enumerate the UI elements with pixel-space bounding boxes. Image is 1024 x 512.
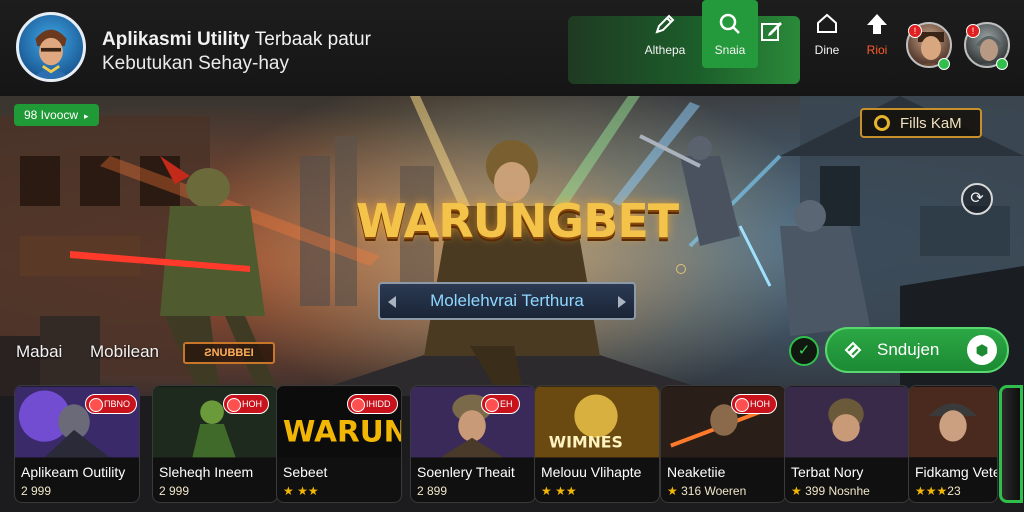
game-card-title: Melouu Vlihapte — [541, 464, 642, 480]
game-card-meta-value: 399 Nosnhe — [805, 484, 870, 498]
game-card-row: ΠBNO Aplikeam Outility 2 999 HOH Sleheqh… — [14, 385, 1024, 505]
hero-pill-label: Fills KaM — [900, 114, 962, 132]
shield-icon: ⬢ — [967, 335, 997, 365]
game-card-title: Fidkamg Vete — [915, 464, 998, 480]
app-window: Aplikasmi Utility Terbaak patur Kebutuka… — [0, 0, 1024, 512]
game-card-art — [785, 386, 909, 458]
hero-pill-button[interactable]: Fills KaM — [860, 108, 982, 138]
game-card-art — [909, 386, 997, 458]
search-icon — [719, 13, 740, 34]
arrow-up-icon — [867, 14, 887, 34]
rating-stars: ★ — [791, 484, 802, 498]
cta-download-button[interactable]: Sndujen ⬢ — [825, 327, 1009, 373]
game-card-meta-value: 23 — [947, 484, 961, 498]
toolbar-upload-button[interactable]: Rioi — [856, 0, 898, 68]
game-card-art: WIMNES — [535, 386, 659, 458]
toolbar-search-label: Snaia — [714, 43, 746, 57]
avatar-2-status-dot — [996, 58, 1008, 70]
game-card-title: Terbat Nory — [791, 464, 864, 480]
rating-stars: ★ ★★ — [283, 484, 319, 498]
avatar-1-status-dot — [938, 58, 950, 70]
game-card-meta: ★ 316 Woeren — [667, 484, 746, 498]
game-art-image — [909, 386, 997, 458]
app-subtitle: Kebutukan Sehay-hay — [102, 53, 289, 74]
app-logo — [16, 12, 86, 82]
hero-tag-label: 98 Ivoocw — [24, 108, 79, 122]
game-card-badge: HOH — [731, 394, 777, 414]
game-card[interactable]: Fidkamg Vete ★★★23 — [908, 385, 998, 503]
game-card-next[interactable] — [999, 385, 1023, 503]
game-card-badge: HOH — [223, 394, 269, 414]
warrior-logo-icon — [31, 29, 71, 79]
game-card-badge: EH — [481, 394, 520, 414]
game-card[interactable]: HOH Neaketiie ★ 316 Woeren — [660, 385, 786, 503]
hero-tag-badge[interactable]: 98 Ivoocw ▸ — [14, 104, 99, 126]
toolbar-search-button[interactable]: Snaia — [702, 0, 758, 68]
game-card[interactable]: EH Soenlery Theait 2 899 — [410, 385, 536, 503]
brand-subtitle: Molelehvrai Terthura — [378, 282, 636, 320]
category-tab-mabai[interactable]: Mabai — [16, 342, 62, 362]
link-icon — [844, 341, 862, 359]
game-card-meta: 2 999 — [159, 484, 190, 498]
game-card-title: Aplikeam Outility — [21, 464, 126, 480]
game-card-meta-value: 316 Woeren — [681, 484, 747, 498]
game-art-image — [785, 386, 909, 458]
category-badge[interactable]: ƧNUBBEI — [183, 342, 275, 364]
game-card-title: Soenlery Theait — [417, 464, 515, 480]
game-card-title: Neaketiie — [667, 464, 726, 480]
chevron-right-icon: ▸ — [84, 111, 89, 121]
toolbar-pen-label: Althepa — [644, 43, 686, 57]
avatar-1-badge: ! — [908, 24, 922, 38]
category-tab-mobilean[interactable]: Mobilean — [90, 342, 159, 362]
game-card-meta: ★ 399 Nosnhe — [791, 484, 870, 498]
game-card-title: Sleheqh Ineem — [159, 464, 254, 480]
refresh-icon[interactable]: ⟳ — [961, 183, 993, 215]
app-title: Aplikasmi Utility Terbaak patur — [102, 29, 371, 50]
game-art-logo-text: WIMNES — [549, 433, 623, 452]
coin-icon — [874, 115, 890, 131]
game-card[interactable]: ΠBNO Aplikeam Outility 2 999 — [14, 385, 140, 503]
game-card-badge: IHIDD — [347, 394, 398, 414]
rating-stars: ★ — [667, 484, 678, 498]
game-card-meta: ★ ★★ — [283, 484, 319, 498]
edit-icon — [761, 22, 782, 41]
game-art-logo-text: WARUNK — [283, 415, 401, 449]
game-card-title: Sebeet — [283, 464, 328, 480]
game-card-meta: ★★★23 — [915, 484, 961, 498]
home-icon — [817, 13, 837, 33]
avatar-2-badge: ! — [966, 24, 980, 38]
toolbar-upload-label: Rioi — [866, 43, 888, 57]
check-circle-icon[interactable]: ✓ — [789, 336, 819, 366]
game-card-badge: ΠBNO — [85, 394, 138, 414]
toolbar-pen-button[interactable]: Althepa — [640, 0, 690, 68]
rating-stars: ★ ★★ — [541, 484, 577, 498]
game-card-meta: 2 999 — [21, 484, 52, 498]
game-card-meta: 2 899 — [417, 484, 448, 498]
header: Aplikasmi Utility Terbaak patur Kebutuka… — [0, 0, 1024, 92]
game-card-meta: ★ ★★ — [541, 484, 577, 498]
toolbar-edit-button[interactable] — [758, 0, 786, 68]
pen-icon — [655, 14, 675, 34]
game-card[interactable]: HOH Sleheqh Ineem 2 999 — [152, 385, 278, 503]
toolbar-home-label: Dine — [814, 43, 840, 57]
cta-label: Sndujen — [877, 340, 940, 359]
game-card[interactable]: WIMNES Melouu Vlihapte ★ ★★ — [534, 385, 660, 503]
toolbar-home-button[interactable]: Dine — [806, 0, 848, 68]
game-card[interactable]: WARUNK IHIDD Sebeet ★ ★★ — [276, 385, 402, 503]
game-card[interactable]: Terbat Nory ★ 399 Nosnhe — [784, 385, 910, 503]
game-art-image: WIMNES — [535, 386, 659, 458]
rating-stars: ★★★ — [915, 484, 948, 498]
registered-mark-icon — [676, 264, 686, 274]
brand-title: WARUNGBET — [356, 194, 679, 248]
brand-subtitle-label: Molelehvrai Terthura — [430, 291, 584, 310]
